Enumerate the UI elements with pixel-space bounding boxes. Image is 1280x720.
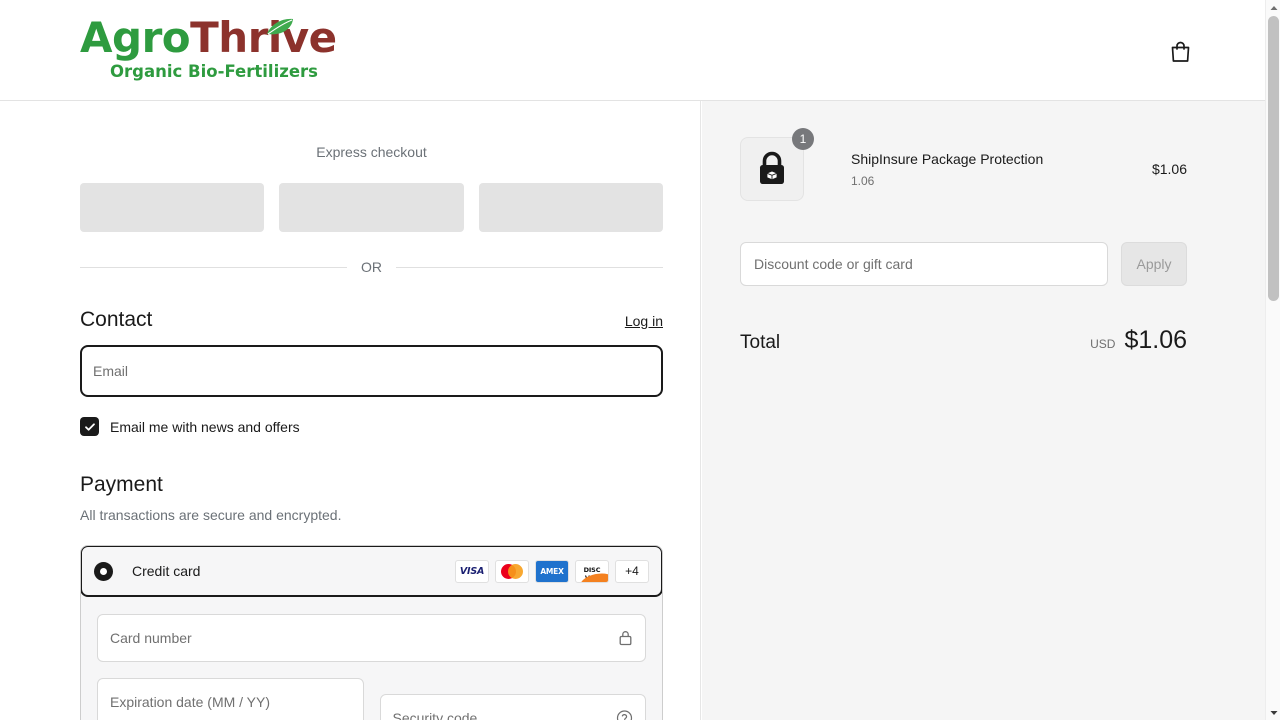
card-expiry-cvv-row: Expiration date (MM / YY) Security code (97, 678, 646, 720)
newsletter-label: Email me with news and offers (110, 418, 300, 435)
chevron-up-icon (1270, 5, 1277, 10)
login-link[interactable]: Log in (625, 313, 663, 329)
checkout-page: AgroThrive Organic Bio-Fertilizers Expre… (0, 0, 1280, 720)
discover-icon: DISC VER (575, 559, 609, 583)
lock-icon (618, 630, 633, 647)
amex-icon: AMEX (535, 559, 569, 583)
email-placeholder: Email (93, 363, 129, 379)
card-number-field[interactable]: Card number (97, 614, 646, 662)
brand-logo[interactable]: AgroThrive Organic Bio-Fertilizers (80, 13, 337, 87)
chevron-down-icon (1270, 710, 1277, 715)
security-code-placeholder: Security code (392, 710, 478, 720)
line-item-price: $1.06 (1151, 161, 1187, 177)
newsletter-checkbox-row[interactable]: Email me with news and offers (80, 417, 663, 436)
expiration-placeholder: Expiration date (MM / YY) (110, 694, 271, 710)
lock-package-icon (760, 151, 784, 184)
scrollbar-thumb[interactable] (1268, 16, 1279, 301)
contact-title: Contact (80, 308, 153, 331)
discount-placeholder: Discount code or gift card (754, 256, 913, 272)
card-fields: Card number Expiration date (MM / YY) Se… (81, 596, 662, 720)
contact-header: Contact Log in (80, 307, 663, 333)
discount-code-field[interactable]: Discount code or gift card (740, 242, 1108, 286)
divider-line-left (80, 266, 347, 268)
security-code-field[interactable]: Security code (379, 694, 646, 720)
question-circle-icon[interactable] (616, 710, 633, 720)
card-number-placeholder: Card number (110, 630, 192, 646)
express-button-3[interactable] (478, 183, 663, 232)
card-brand-list: VISA AMEX DISC VER (455, 559, 649, 583)
credit-card-label: Credit card (132, 563, 201, 579)
order-summary-panel: 1 ShipInsure Package Protection 1.06 $1.… (702, 101, 1265, 720)
more-brands-badge: +4 (615, 559, 649, 583)
apply-discount-button[interactable]: Apply (1121, 242, 1187, 286)
or-divider: OR (80, 258, 663, 276)
line-item-details: ShipInsure Package Protection 1.06 (851, 150, 1152, 189)
scroll-up-button[interactable] (1266, 0, 1280, 15)
quantity-badge: 1 (792, 128, 814, 150)
total-amount: $1.06 (1124, 326, 1187, 354)
payment-method-box: Credit card VISA AMEX DISC +4 Card numbe… (80, 545, 663, 720)
shopping-bag-icon (1171, 41, 1189, 62)
payment-subtitle: All transactions are secure and encrypte… (80, 507, 342, 523)
checkmark-icon (84, 422, 95, 431)
total-row: Total USD $1.06 (740, 326, 1187, 355)
line-item-title: ShipInsure Package Protection (851, 150, 1044, 167)
logo-text-thrive: Thrive (190, 13, 337, 62)
credit-card-option[interactable]: Credit card VISA AMEX DISC +4 (81, 546, 662, 597)
credit-card-radio[interactable] (94, 561, 113, 581)
newsletter-checkbox[interactable] (80, 417, 99, 436)
order-line-item: 1 ShipInsure Package Protection 1.06 $1.… (740, 128, 1187, 201)
line-item-variant: 1.06 (851, 173, 875, 188)
total-currency: USD (1090, 337, 1116, 351)
cart-button[interactable] (1165, 36, 1195, 66)
total-amount-group: USD $1.06 (1090, 326, 1187, 355)
visa-icon: VISA (455, 559, 489, 583)
express-checkout-title: Express checkout (316, 144, 427, 160)
expiration-date-field[interactable]: Expiration date (MM / YY) (97, 678, 364, 720)
logo-tagline: Organic Bio-Fertilizers (110, 62, 318, 81)
logo-text-agro: Agro (80, 13, 191, 62)
leaf-icon (267, 18, 293, 35)
email-field[interactable]: Email (80, 345, 663, 397)
payment-title: Payment (80, 473, 163, 496)
divider-line-right (396, 266, 663, 268)
total-label: Total (740, 332, 781, 353)
discount-row: Discount code or gift card Apply (740, 242, 1187, 286)
scroll-down-button[interactable] (1266, 705, 1280, 720)
mastercard-icon (495, 559, 529, 583)
express-button-1[interactable] (80, 183, 265, 232)
express-checkout-buttons (80, 183, 663, 232)
line-item-thumbnail: 1 (740, 128, 814, 201)
radio-dot-icon (100, 567, 107, 575)
express-button-2[interactable] (279, 183, 464, 232)
site-header: AgroThrive Organic Bio-Fertilizers (0, 0, 1265, 101)
page-scrollbar[interactable] (1265, 0, 1280, 720)
divider-label: OR (361, 259, 382, 275)
checkout-form-panel: Express checkout OR Contact Log in Email (0, 101, 701, 720)
payment-header: Payment All transactions are secure and … (80, 472, 663, 524)
